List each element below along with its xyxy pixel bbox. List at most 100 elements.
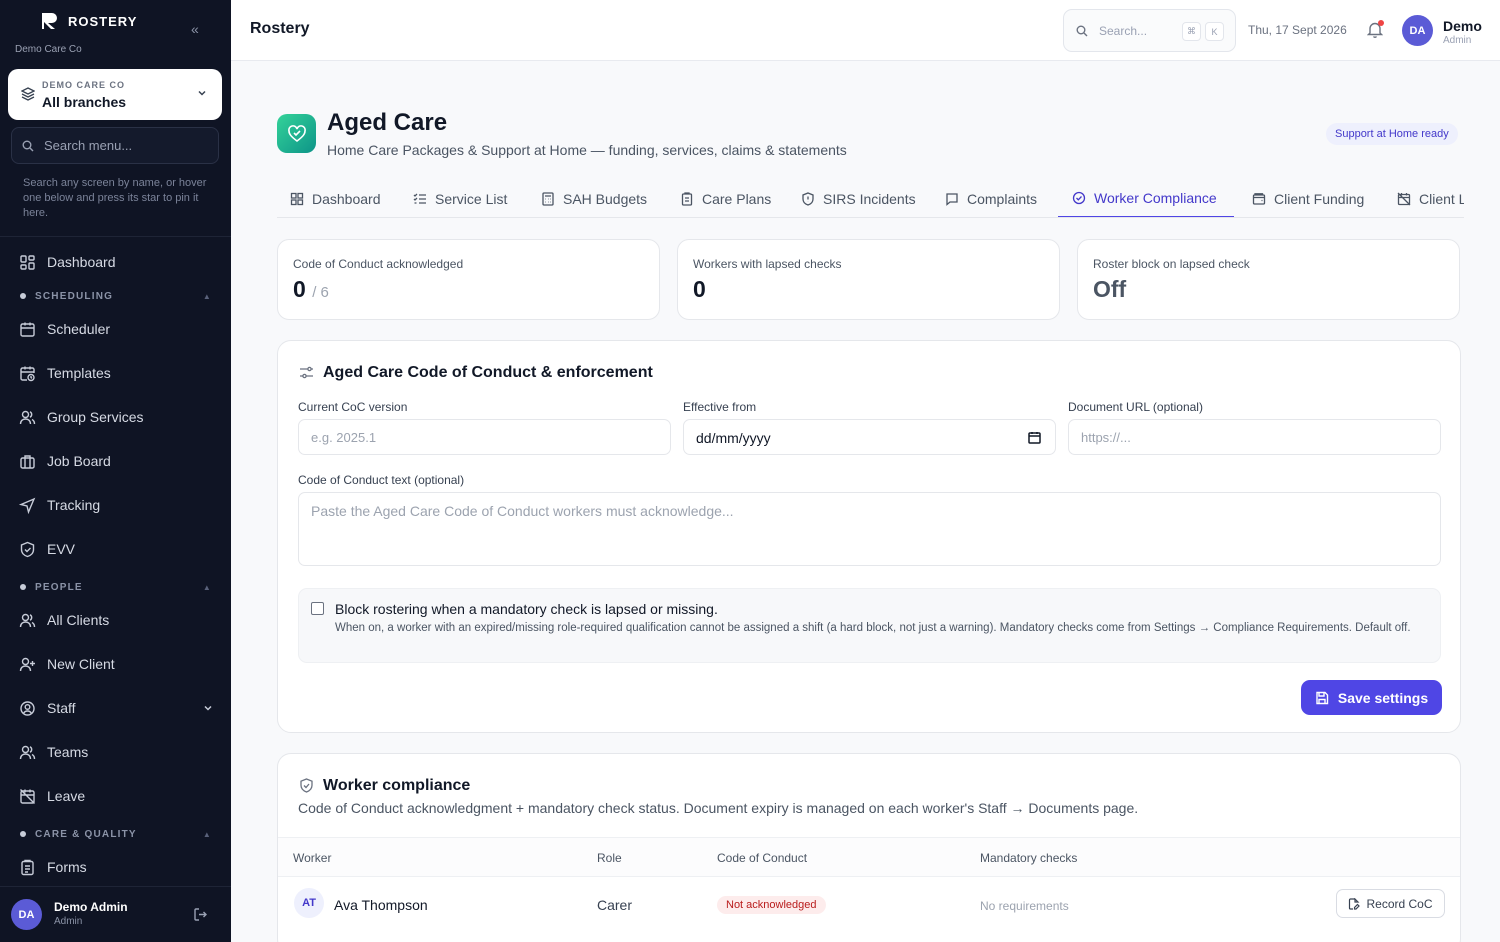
section-care-quality[interactable]: CARE & QUALITY ▲ bbox=[20, 827, 212, 841]
sidebar-item-job-board[interactable]: Job Board bbox=[19, 449, 214, 473]
stat-label: Workers with lapsed checks bbox=[693, 257, 842, 271]
tab-care-plans[interactable]: Care Plans bbox=[680, 180, 772, 217]
sidebar-item-leave[interactable]: Leave bbox=[19, 784, 214, 808]
stat-card-roster-block: Roster block on lapsed check Off bbox=[1077, 239, 1460, 320]
record-coc-label: Record CoC bbox=[1366, 896, 1433, 911]
menu-search-placeholder: Search menu... bbox=[44, 138, 133, 153]
sidebar-item-tracking[interactable]: Tracking bbox=[19, 493, 214, 517]
stat-value: 0 / 6 bbox=[293, 276, 329, 303]
shortcut-k-key: K bbox=[1205, 22, 1224, 41]
user-role: Admin bbox=[1443, 35, 1472, 46]
user-role: Admin bbox=[54, 916, 83, 927]
tab-label: Dashboard bbox=[312, 191, 381, 207]
coc-text-textarea[interactable]: Paste the Aged Care Code of Conduct work… bbox=[298, 492, 1441, 566]
sidebar-item-teams[interactable]: Teams bbox=[19, 740, 214, 764]
sidebar-divider bbox=[0, 236, 231, 237]
tab-service-list[interactable]: Service List bbox=[413, 180, 507, 217]
search-icon bbox=[1076, 25, 1088, 37]
brand[interactable]: ROSTERY bbox=[40, 12, 137, 30]
menu-search-input[interactable]: Search menu... bbox=[11, 127, 219, 164]
tab-label: Client L bbox=[1419, 191, 1464, 207]
calendar-icon[interactable] bbox=[1028, 431, 1041, 444]
section-dot bbox=[20, 831, 26, 837]
roster-block-description: When on, a worker with an expired/missin… bbox=[335, 622, 1411, 634]
tab-bar: Dashboard Service List SAH Budgets Care … bbox=[277, 180, 1464, 218]
roster-block-title[interactable]: Block rostering when a mandatory check i… bbox=[335, 601, 718, 617]
navigation-icon bbox=[19, 497, 36, 514]
shield-alert-icon bbox=[802, 192, 814, 206]
global-search-input[interactable]: Search... ⌘ K bbox=[1063, 9, 1236, 52]
tab-sirs-incidents[interactable]: SIRS Incidents bbox=[801, 180, 916, 217]
sidebar-item-label: EVV bbox=[47, 541, 76, 557]
user-plus-icon bbox=[19, 657, 35, 671]
stat-value: 0 bbox=[693, 276, 706, 302]
calendar-clock-icon bbox=[20, 366, 35, 381]
tab-label: Client Funding bbox=[1274, 191, 1365, 207]
worker-role: Carer bbox=[597, 897, 633, 913]
save-settings-button[interactable]: Save settings bbox=[1301, 680, 1442, 715]
tab-worker-compliance[interactable]: Worker Compliance bbox=[1058, 180, 1234, 217]
stat-denominator: / 6 bbox=[312, 284, 329, 301]
section-people[interactable]: PEOPLE ▲ bbox=[20, 580, 212, 594]
tab-client-l[interactable]: Client L bbox=[1397, 180, 1464, 217]
calendar-off-icon bbox=[1397, 192, 1411, 206]
branch-selector[interactable]: DEMO CARE CO All branches bbox=[8, 69, 222, 120]
stat-label: Roster block on lapsed check bbox=[1093, 257, 1250, 271]
sidebar-item-dashboard[interactable]: Dashboard bbox=[19, 250, 214, 274]
users-icon bbox=[19, 410, 36, 424]
collapse-sidebar-icon[interactable]: « bbox=[191, 21, 199, 37]
avatar[interactable]: DA bbox=[11, 899, 42, 930]
sidebar-item-group-services[interactable]: Group Services bbox=[19, 405, 214, 429]
date-value: dd/mm/yyyy bbox=[696, 430, 771, 446]
tab-sah-budgets[interactable]: SAH Budgets bbox=[541, 180, 647, 217]
app-title: Rostery bbox=[250, 20, 310, 37]
column-header-coc: Code of Conduct bbox=[717, 851, 808, 865]
tab-label: Worker Compliance bbox=[1094, 190, 1217, 206]
sidebar-item-scheduler[interactable]: Scheduler bbox=[19, 317, 214, 341]
record-coc-button[interactable]: Record CoC bbox=[1336, 889, 1445, 918]
effective-from-date-input[interactable]: dd/mm/yyyy bbox=[683, 419, 1056, 455]
file-pen-icon bbox=[1349, 897, 1361, 910]
sidebar-item-staff[interactable]: Staff bbox=[19, 696, 214, 720]
wallet-icon bbox=[1252, 193, 1266, 205]
logout-icon[interactable] bbox=[193, 907, 208, 922]
section-dot bbox=[20, 584, 26, 590]
roster-block-checkbox[interactable] bbox=[311, 602, 324, 615]
mandatory-checks-value: No requirements bbox=[980, 899, 1069, 913]
calendar-off-icon bbox=[20, 788, 35, 804]
chevron-up-icon: ▲ bbox=[202, 829, 212, 839]
section-label: PEOPLE bbox=[35, 581, 83, 593]
roster-block-option: Block rostering when a mandatory check i… bbox=[298, 588, 1441, 663]
tab-complaints[interactable]: Complaints bbox=[945, 180, 1037, 217]
coc-text-label: Code of Conduct text (optional) bbox=[298, 473, 465, 487]
tab-dashboard[interactable]: Dashboard bbox=[290, 180, 381, 217]
section-scheduling[interactable]: SCHEDULING ▲ bbox=[20, 289, 212, 303]
sidebar-item-evv[interactable]: EVV bbox=[19, 537, 214, 561]
worker-name[interactable]: Ava Thompson bbox=[334, 897, 428, 913]
document-url-input[interactable]: https://... bbox=[1068, 419, 1441, 455]
chevron-up-icon: ▲ bbox=[202, 291, 212, 301]
tab-label: Care Plans bbox=[702, 191, 772, 207]
stat-number: 0 bbox=[293, 276, 306, 302]
sidebar-item-all-clients[interactable]: All Clients bbox=[19, 608, 214, 632]
current-date: Thu, 17 Sept 2026 bbox=[1248, 23, 1347, 37]
tab-client-funding[interactable]: Client Funding bbox=[1252, 180, 1365, 217]
coc-version-input[interactable]: e.g. 2025.1 bbox=[298, 419, 671, 455]
sidebar-item-forms[interactable]: Forms bbox=[19, 855, 214, 879]
stat-label: Code of Conduct acknowledged bbox=[293, 257, 464, 271]
column-header-checks: Mandatory checks bbox=[980, 851, 1078, 865]
user-name[interactable]: Demo bbox=[1443, 18, 1482, 34]
sidebar-item-label: Tracking bbox=[47, 497, 101, 513]
sidebar-item-label: All Clients bbox=[47, 612, 110, 628]
sliders-icon bbox=[300, 366, 313, 379]
section-dot bbox=[20, 293, 26, 299]
heart-handshake-icon bbox=[277, 114, 316, 153]
users-icon bbox=[19, 613, 36, 627]
sidebar-item-new-client[interactable]: New Client bbox=[19, 652, 214, 676]
briefcase-icon bbox=[20, 454, 35, 469]
sidebar-item-templates[interactable]: Templates bbox=[19, 361, 214, 385]
avatar[interactable]: DA bbox=[1402, 15, 1433, 46]
message-icon bbox=[946, 193, 958, 206]
sidebar-item-label: Forms bbox=[47, 859, 87, 875]
topbar: Rostery Search... ⌘ K Thu, 17 Sept 2026 … bbox=[231, 0, 1500, 61]
